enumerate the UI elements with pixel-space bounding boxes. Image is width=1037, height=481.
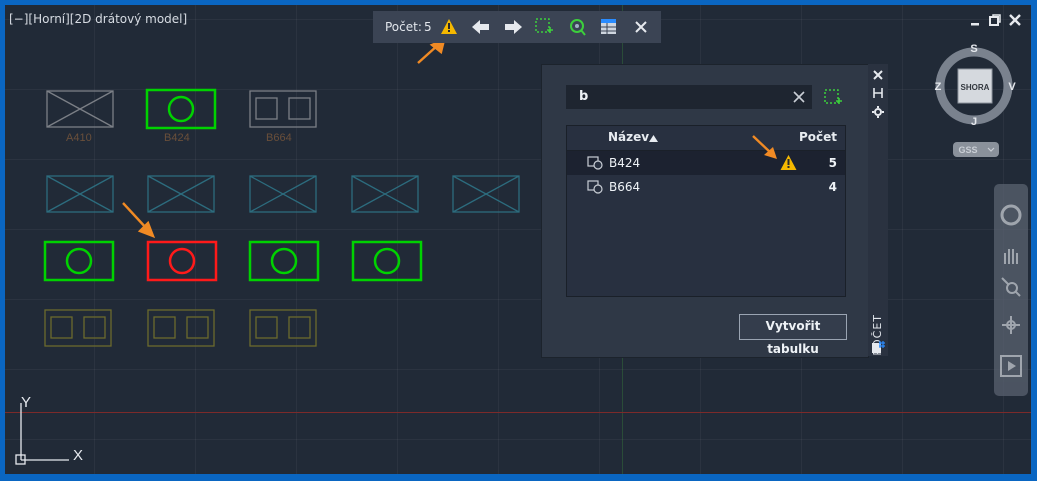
pan-icon[interactable]	[1000, 244, 1022, 266]
count-table: Název Počet B424 5 B664 4	[566, 125, 846, 297]
block-a410[interactable]	[46, 90, 114, 128]
search-box[interactable]: b	[566, 85, 812, 109]
row-name: B664	[609, 180, 641, 194]
ucs-y-label: Y	[21, 394, 31, 411]
zoom-extents-icon[interactable]	[1000, 276, 1022, 298]
block-b424-instance[interactable]	[351, 240, 423, 282]
block-row-cyan[interactable]	[46, 175, 520, 213]
search-input[interactable]: b	[579, 89, 588, 104]
count-toolbar-value: 5	[424, 20, 432, 34]
row-name: B424	[609, 156, 641, 170]
count-palette-icon[interactable]	[871, 340, 885, 354]
column-name[interactable]: Název	[608, 130, 649, 144]
count-toolbar: Počet: 5	[373, 11, 661, 43]
select-region-icon[interactable]	[535, 18, 553, 36]
block-b664[interactable]	[249, 90, 317, 128]
annotation-arrow-icon	[417, 37, 446, 64]
block-b424-label: B424	[164, 132, 190, 144]
table-header: Název Počet	[567, 126, 845, 151]
sort-ascending-icon[interactable]	[649, 135, 658, 142]
arrow-right-icon[interactable]	[504, 19, 522, 35]
close-icon[interactable]	[873, 70, 883, 80]
warning-icon[interactable]	[441, 19, 457, 34]
block-b424-instance[interactable]	[248, 240, 320, 282]
viewcube[interactable]: SHORA S J V Z GSS	[930, 40, 1020, 165]
block-b664-label: B664	[266, 132, 292, 144]
ucs-icon	[15, 403, 69, 465]
row-count: 4	[828, 180, 837, 194]
block-row-olive[interactable]	[44, 309, 317, 347]
block-b424-instance[interactable]	[43, 240, 115, 282]
showmotion-icon[interactable]	[999, 354, 1023, 378]
orbit-icon[interactable]	[1000, 314, 1022, 336]
create-table-button[interactable]: Vytvořit tabulku	[739, 314, 847, 356]
minimize-icon[interactable]	[968, 13, 982, 27]
block-a410-label: A410	[66, 132, 92, 144]
block-b424-selected[interactable]	[146, 240, 218, 282]
ucs-x-label: X	[73, 447, 83, 464]
close-icon[interactable]	[1008, 13, 1022, 27]
compass-east[interactable]: V	[1008, 81, 1016, 93]
properties-icon[interactable]	[872, 106, 884, 118]
select-objects-icon[interactable]	[824, 89, 842, 107]
block-b424-highlight[interactable]	[145, 88, 217, 130]
clear-search-icon[interactable]	[792, 90, 806, 104]
ucs-menu[interactable]: GSS	[958, 145, 977, 155]
table-icon[interactable]	[600, 18, 618, 36]
restore-icon[interactable]	[988, 13, 1002, 27]
compass-north[interactable]: S	[970, 43, 977, 55]
window-controls	[968, 13, 1028, 29]
zoom-to-count-icon[interactable]	[567, 17, 587, 37]
compass-west[interactable]: Z	[935, 81, 942, 93]
annotation-arrow-icon	[752, 135, 777, 159]
table-row[interactable]: B424 5	[567, 151, 845, 175]
warning-icon[interactable]	[780, 155, 797, 170]
arrow-left-icon[interactable]	[472, 19, 490, 35]
viewcube-face[interactable]: SHORA	[961, 83, 990, 92]
compass-south[interactable]: J	[971, 116, 977, 128]
row-count: 5	[828, 156, 837, 170]
block-icon	[587, 156, 603, 170]
steering-wheel-icon[interactable]	[1000, 204, 1022, 226]
block-icon	[587, 180, 603, 194]
palette-title-bar[interactable]: POČET	[868, 64, 888, 356]
close-icon[interactable]	[635, 21, 647, 33]
column-count[interactable]: Počet	[799, 130, 837, 144]
count-toolbar-label: Počet:	[385, 20, 422, 34]
count-palette: b Název Počet B424 5 B664 4 Vytvořit tab…	[541, 64, 869, 358]
navigation-bar[interactable]	[994, 184, 1028, 396]
table-row[interactable]: B664 4	[567, 175, 845, 199]
auto-hide-icon[interactable]	[873, 88, 883, 98]
